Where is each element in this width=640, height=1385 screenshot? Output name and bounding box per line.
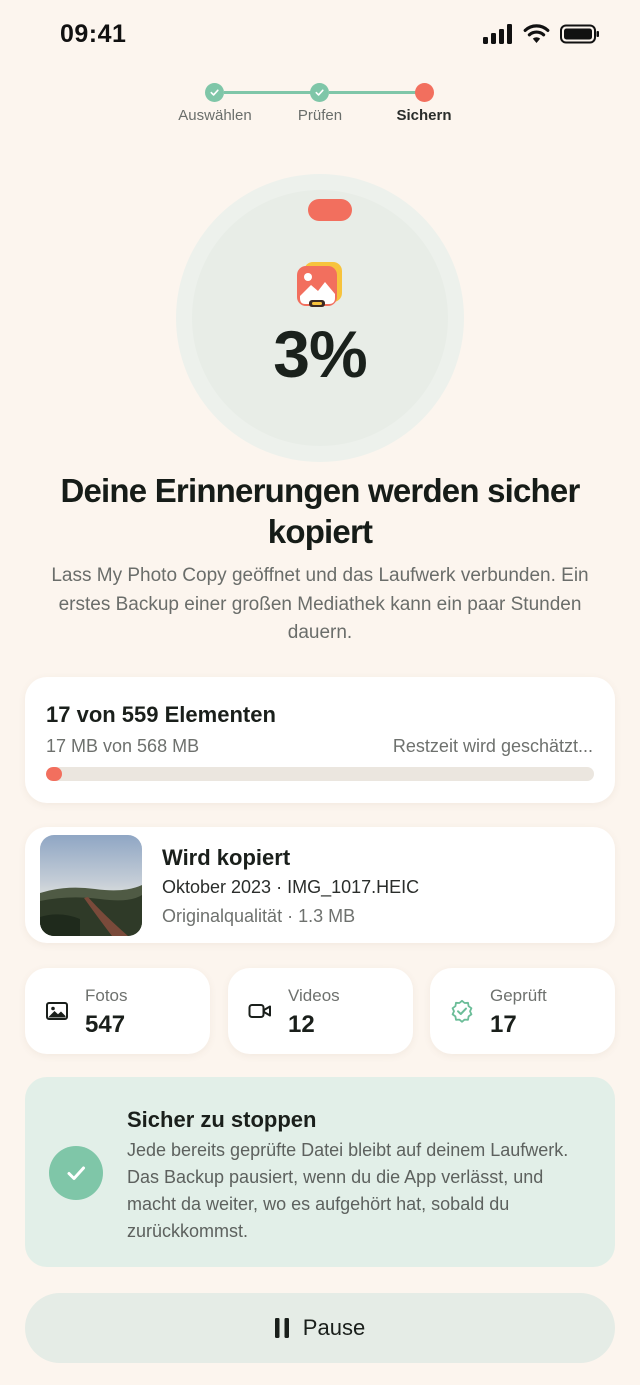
safe-stop-card: Sicher zu stoppen Jede bereits geprüfte … — [25, 1077, 615, 1267]
size-progress: 17 MB von 568 MB — [46, 736, 200, 756]
progress-bar — [46, 767, 594, 781]
signal-icon — [483, 24, 512, 44]
step-label-backup: Sichern — [396, 107, 452, 124]
step-label-select: Auswählen — [178, 107, 252, 124]
stat-label: Geprüft — [490, 986, 547, 1005]
stat-value: 12 — [288, 1011, 315, 1038]
photo-stack-icon — [297, 262, 342, 307]
image-icon — [46, 1002, 68, 1020]
check-circle-icon — [49, 1146, 103, 1200]
current-file-card: Wird kopiert Oktober 2023 · IMG_1017.HEI… — [25, 827, 615, 943]
items-count: 17 von 559 Elementen — [46, 702, 276, 727]
step-label-verify: Prüfen — [297, 107, 343, 124]
stat-card-videos: Videos 12 — [228, 968, 413, 1054]
pause-button[interactable]: Pause — [25, 1293, 615, 1363]
page-title: Deine Erinnerungen werden sicher kopiert — [60, 472, 580, 550]
remaining-time: Restzeit wird geschätzt... — [392, 736, 593, 756]
pause-button-label: Pause — [302, 1315, 366, 1340]
progress-stepper: Auswählen Prüfen Sichern — [0, 78, 640, 128]
progress-ring-indicator — [308, 199, 352, 221]
photo-thumbnail — [40, 835, 142, 936]
stat-card-photos: Fotos 547 — [25, 968, 210, 1054]
verified-badge-icon — [451, 999, 473, 1023]
progress-bar-fill — [46, 767, 63, 781]
safe-stop-title: Sicher zu stoppen — [127, 1107, 317, 1132]
status-bar: 09:41 — [0, 0, 640, 72]
stat-label: Fotos — [85, 986, 128, 1005]
stepper-connector — [224, 91, 312, 94]
status-icons — [483, 24, 600, 44]
step-check-icon — [205, 83, 224, 102]
safe-stop-body: Jede bereits geprüfte Datei bleibt auf d… — [127, 1140, 569, 1241]
stat-label: Videos — [288, 986, 340, 1005]
stat-value: 17 — [490, 1011, 517, 1038]
step-check-icon — [310, 83, 329, 102]
wifi-icon — [523, 24, 550, 43]
stat-card-verified: Geprüft 17 — [430, 968, 615, 1054]
progress-percent: 3% — [273, 317, 367, 391]
copying-title: Wird kopiert — [162, 845, 291, 870]
copying-file-quality: Originalqualität · 1.3 MB — [162, 906, 356, 926]
page-subtitle: Lass My Photo Copy geöffnet und das Lauf… — [51, 565, 589, 643]
stat-value: 547 — [85, 1011, 126, 1038]
battery-icon — [560, 24, 599, 44]
transfer-progress-card: 17 von 559 Elementen 17 MB von 568 MB Re… — [25, 677, 615, 803]
stepper-connector — [329, 91, 417, 94]
pause-icon — [274, 1318, 289, 1338]
step-active-dot — [415, 83, 434, 102]
video-icon — [248, 1004, 271, 1018]
copying-file-name: Oktober 2023 · IMG_1017.HEIC — [162, 877, 420, 897]
status-time: 09:41 — [60, 20, 127, 48]
